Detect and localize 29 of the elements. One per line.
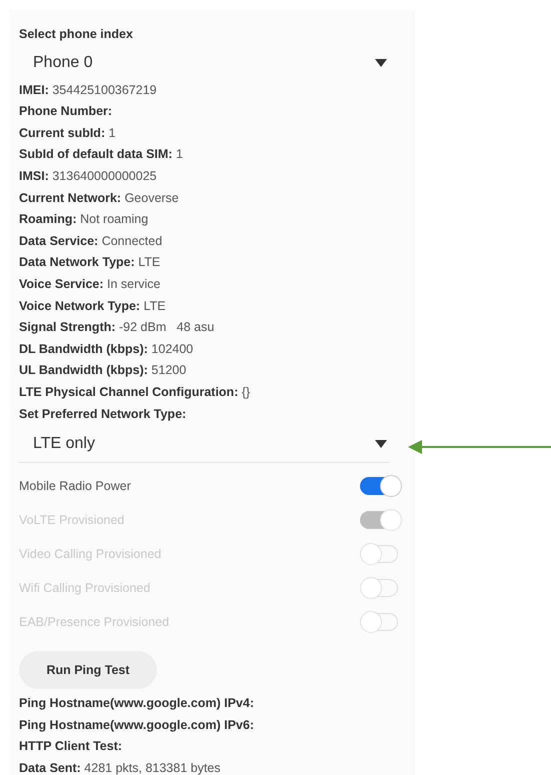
- info-line: Current subId: 1: [19, 124, 117, 142]
- info-line: Roaming: Not roaming: [19, 211, 150, 228]
- arrow-icon: [408, 440, 551, 454]
- dropdown[interactable]: Phone 0: [19, 46, 389, 80]
- info-line: DL Bandwidth (kbps): 102400: [19, 340, 194, 358]
- info-line: Phone Number:: [19, 103, 114, 120]
- field-label: Select phone index: [19, 26, 134, 43]
- result-line: Ping Hostname(www.google.com) IPv6:: [19, 716, 255, 734]
- info-line: Current Network: Geoverse: [19, 190, 180, 207]
- caret-icon: [375, 58, 387, 67]
- info-line: UL Bandwidth (kbps): 51200: [19, 362, 188, 380]
- info-line: Signal Strength: -92 dBm 48 asu: [19, 319, 216, 336]
- result-line: HTTP Client Test:: [19, 738, 124, 756]
- info-line: LTE Physical Channel Configuration: {}: [19, 384, 252, 401]
- info-line: Data Network Type: LTE: [19, 254, 162, 272]
- result-line: Data Sent: 4281 pkts, 813381 bytes: [19, 760, 222, 775]
- info-line: IMEI: 354425100367219: [19, 82, 158, 99]
- dropdown[interactable]: LTE only: [19, 425, 389, 464]
- info-line: Voice Service: In service: [19, 276, 162, 293]
- info-line: Voice Network Type: LTE: [19, 298, 167, 315]
- run-ping-test-button[interactable]: Run Ping Test: [19, 651, 157, 690]
- caret-icon: [375, 440, 387, 448]
- field-label: Set Preferred Network Type:: [19, 406, 188, 423]
- result-line: Ping Hostname(www.google.com) IPv4:: [19, 695, 255, 712]
- info-line: Data Service: Connected: [19, 232, 164, 250]
- toggle-switch[interactable]: [360, 475, 402, 498]
- toggle-label: Mobile Radio Power: [19, 479, 131, 494]
- info-line: SubId of default data SIM: 1: [19, 146, 184, 164]
- info-line: IMSI: 313640000000025: [19, 168, 158, 185]
